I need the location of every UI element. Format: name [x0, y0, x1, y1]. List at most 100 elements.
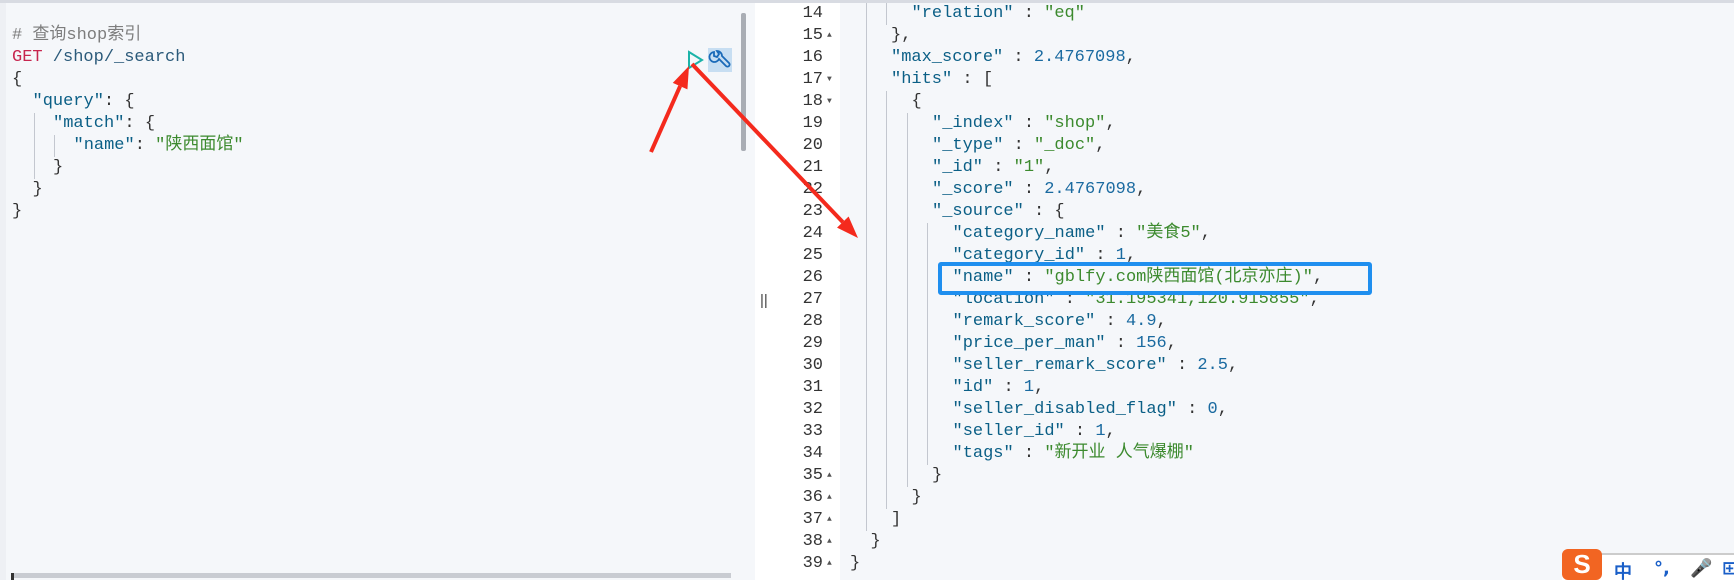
- code-line: "hits" : [: [891, 69, 993, 91]
- ime-voice-icon[interactable]: 🎤: [1690, 558, 1712, 579]
- json-string: "eq": [1044, 4, 1085, 23]
- line-number: 20: [802, 136, 823, 155]
- fold-up-icon[interactable]: ▲: [827, 531, 832, 553]
- indent-guide: [886, 421, 887, 443]
- line-number: 28: [802, 312, 823, 331]
- fold-up-icon[interactable]: ▲: [827, 509, 832, 531]
- code-line: "price_per_man" : 156,: [953, 333, 1177, 355]
- punctuation: ,: [1217, 400, 1228, 419]
- indent-guide: [865, 311, 867, 333]
- indent-guide: [886, 399, 887, 421]
- fold-up-icon[interactable]: ▲: [827, 25, 832, 47]
- indent-guide: [906, 421, 908, 443]
- indent-guide: [865, 25, 867, 47]
- indent-guide: [927, 421, 928, 443]
- line-number: 21: [802, 158, 823, 177]
- indent-guide: [927, 377, 928, 399]
- ime-punctuation[interactable]: °,: [1654, 558, 1670, 579]
- indent-guide: [54, 135, 55, 157]
- indent-guide: [886, 465, 887, 487]
- line-number: 37: [802, 510, 823, 529]
- punctuation: :: [1013, 114, 1045, 133]
- indent-guide: [886, 179, 887, 201]
- indent-guide: [865, 399, 867, 421]
- json-string: "_doc": [1034, 136, 1096, 155]
- indent-guide: [865, 333, 867, 355]
- json-number: 1: [1023, 378, 1035, 397]
- indent-guide: [906, 201, 908, 223]
- fold-up-icon[interactable]: ▲: [827, 553, 832, 575]
- indent-guide: [906, 311, 908, 333]
- request-settings-button[interactable]: [708, 48, 732, 72]
- json-key: "remark_score": [952, 312, 1096, 331]
- indent-guide: [865, 377, 867, 399]
- indent-guide: [865, 487, 867, 509]
- json-key: "seller_remark_score": [952, 356, 1167, 375]
- indent-guide: [865, 179, 867, 201]
- request-path: /shop/_search: [42, 48, 186, 67]
- json-number: 1: [1095, 422, 1106, 441]
- json-key: "max_score": [891, 48, 1004, 67]
- pane-resize-handle[interactable]: ||: [760, 292, 768, 309]
- fold-up-icon[interactable]: ▲: [827, 487, 832, 509]
- punctuation: :: [1013, 180, 1045, 199]
- request-editor-scrollbar[interactable]: [741, 13, 746, 151]
- json-key: "hits": [891, 70, 953, 89]
- json-key: "_index": [932, 114, 1014, 133]
- ime-keyboard-icon[interactable]: ⊞: [1722, 558, 1734, 579]
- code-line: }: [12, 201, 22, 223]
- line-number: 14: [802, 4, 823, 23]
- json-key: "name": [73, 136, 135, 155]
- line-number: 25: [802, 246, 823, 265]
- line-number: 34: [802, 444, 823, 463]
- fold-down-icon[interactable]: ▼: [827, 69, 832, 91]
- fold-down-icon[interactable]: ▼: [827, 91, 832, 113]
- json-string: "shop": [1044, 114, 1106, 133]
- indent-guide: [865, 509, 867, 531]
- indent-guide: [906, 399, 908, 421]
- indent-guide: [865, 47, 867, 69]
- indent-guide: [886, 135, 887, 157]
- code-line: "name": "陕西面馆": [74, 135, 244, 157]
- indent-guide: [886, 377, 887, 399]
- indent-guide: [886, 443, 887, 465]
- punctuation: :: [1176, 400, 1208, 419]
- indent-guide: [927, 289, 928, 311]
- indent-guide: [886, 355, 887, 377]
- line-number: 31: [802, 378, 823, 397]
- indent-guide: [865, 69, 867, 91]
- json-string: "陕西面馆": [155, 136, 244, 155]
- indent-guide: [865, 267, 867, 289]
- indent-guide: [865, 465, 867, 487]
- indent-guide: [906, 179, 908, 201]
- punctuation: : [: [952, 70, 994, 89]
- punctuation: :: [1064, 422, 1096, 441]
- run-request-button[interactable]: [686, 50, 704, 70]
- json-key: "category_name": [952, 224, 1106, 243]
- punctuation: }: [850, 554, 861, 573]
- indent-guide: [865, 443, 867, 465]
- code-line: "_index" : "shop",: [932, 113, 1116, 135]
- http-method: GET: [12, 48, 43, 67]
- fold-up-icon[interactable]: ▲: [827, 465, 832, 487]
- json-key: "id": [952, 378, 994, 397]
- punctuation: :: [1095, 312, 1126, 331]
- json-string: "美食5": [1136, 224, 1201, 243]
- request-editor-horizontal-scrollbar[interactable]: [11, 573, 731, 578]
- json-number: 0: [1207, 400, 1218, 419]
- json-number: 156: [1136, 334, 1167, 353]
- indent-guide: [906, 443, 908, 465]
- code-line: # 查询shop索引: [12, 25, 141, 47]
- indent-guide: [886, 223, 887, 245]
- ime-chinese-mode[interactable]: 中: [1614, 558, 1632, 584]
- code-line: }: [33, 179, 43, 201]
- json-key: "_type": [932, 136, 1004, 155]
- horizontal-scroll-thumb[interactable]: [11, 573, 14, 580]
- sogou-ime-logo[interactable]: S: [1562, 549, 1602, 580]
- request-editor[interactable]: [0, 3, 755, 580]
- punctuation: },: [891, 26, 912, 45]
- code-line: "_id" : "1",: [932, 157, 1054, 179]
- indent-guide: [906, 267, 908, 289]
- indent-guide: [886, 245, 887, 267]
- indent-guide: [906, 377, 908, 399]
